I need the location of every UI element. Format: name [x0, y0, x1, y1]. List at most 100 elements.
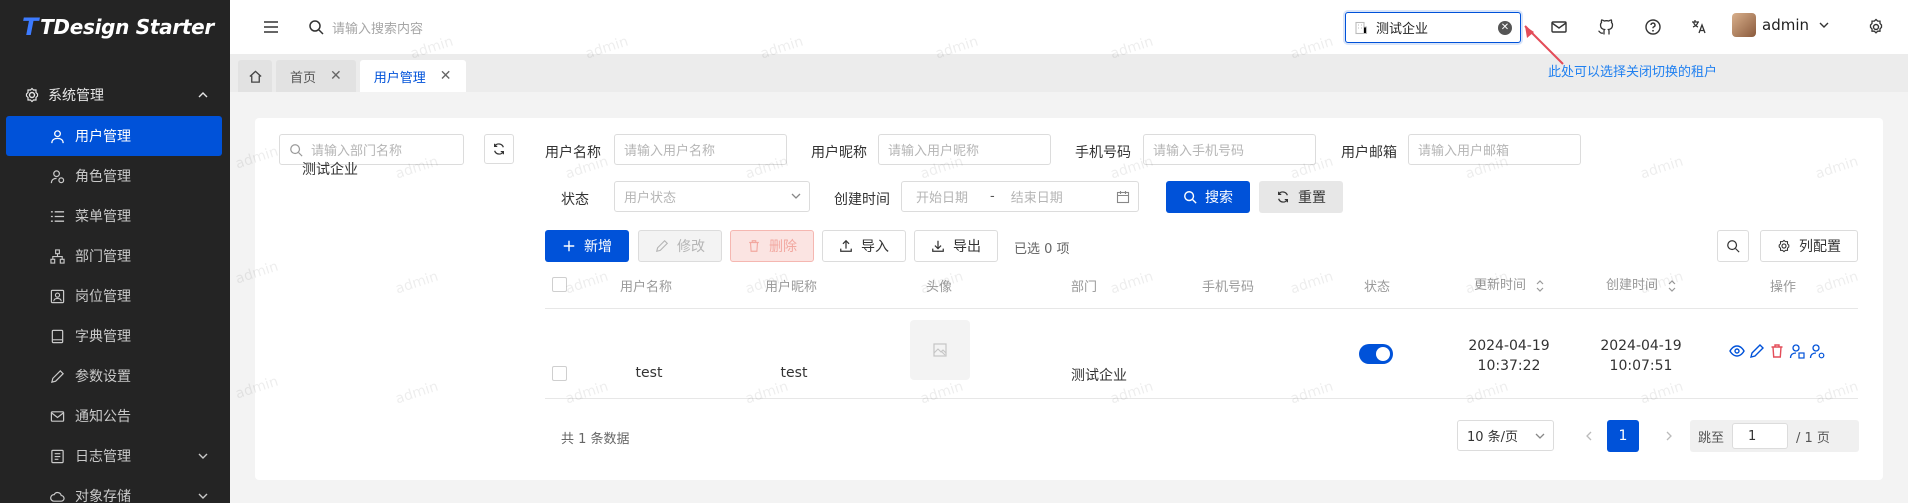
cell-updated-time: 2024-04-19 10:37:22: [1459, 336, 1559, 376]
assign-role-icon[interactable]: [1809, 343, 1825, 359]
sidebar-item-notices[interactable]: 通知公告: [0, 396, 230, 436]
translate-icon[interactable]: [1690, 18, 1708, 36]
search-icon: [309, 20, 324, 35]
column-header-avatar: 头像: [926, 280, 953, 295]
refresh-tree-button[interactable]: [484, 134, 514, 164]
chevron-down-icon: [198, 453, 208, 459]
help-icon[interactable]: [1644, 18, 1662, 36]
sidebar-item-users[interactable]: 用户管理: [6, 116, 222, 156]
date-range-picker[interactable]: 开始日期 - 结束日期: [901, 181, 1139, 212]
column-header-created[interactable]: 创建时间: [1606, 274, 1676, 293]
menu-group-label: 系统管理: [48, 88, 104, 104]
menu-toggle-icon[interactable]: [260, 16, 282, 38]
username-placeholder: 请输入用户名称: [624, 144, 716, 159]
edit-button[interactable]: 修改: [638, 230, 722, 262]
sidebar-item-depts[interactable]: 部门管理: [0, 236, 230, 276]
prev-page-icon[interactable]: [1584, 431, 1594, 441]
menu-group-system[interactable]: 系统管理: [0, 74, 230, 116]
sidebar-item-label: 字典管理: [75, 329, 131, 345]
reset-password-icon[interactable]: [1789, 343, 1805, 359]
tab-home[interactable]: 首页 ✕: [276, 60, 356, 92]
logo-text: TDesign Starter: [40, 15, 214, 39]
sidebar-item-label: 参数设置: [75, 369, 131, 385]
refresh-icon: [494, 143, 504, 155]
sidebar-item-label: 日志管理: [75, 449, 131, 465]
status-select[interactable]: 用户状态: [614, 181, 810, 212]
sidebar-item-label: 用户管理: [75, 129, 131, 145]
search-placeholder: 请输入搜索内容: [332, 21, 424, 37]
close-icon[interactable]: ✕: [330, 68, 342, 84]
app-logo[interactable]: T TDesign Starter: [0, 0, 230, 54]
sidebar-item-params[interactable]: 参数设置: [0, 356, 230, 396]
status-label: 状态: [561, 192, 589, 208]
avatar: [1732, 13, 1756, 37]
nickname-label: 用户昵称: [811, 145, 867, 161]
reset-button[interactable]: 重置: [1259, 181, 1343, 213]
cell-dept: 测试企业: [1071, 368, 1127, 384]
jump-input[interactable]: 1: [1732, 423, 1789, 449]
tab-users[interactable]: 用户管理 ✕: [359, 60, 466, 92]
phone-placeholder: 请输入手机号码: [1153, 144, 1245, 159]
column-header-updated[interactable]: 更新时间: [1474, 274, 1544, 293]
phone-input[interactable]: 请输入手机号码: [1143, 134, 1316, 165]
main-card: 请输入部门名称 测试企业 用户名称 请输入用户名称 用户昵称 请输入用户昵称 手…: [255, 118, 1883, 480]
total-pages: / 1 页: [1796, 430, 1830, 446]
sort-icon: [1536, 279, 1544, 292]
sidebar-item-logs[interactable]: 日志管理: [0, 436, 230, 476]
dept-tree-node[interactable]: 测试企业: [302, 159, 358, 179]
add-button[interactable]: 新增: [545, 230, 629, 262]
delete-button[interactable]: 删除: [730, 230, 814, 262]
global-search[interactable]: 请输入搜索内容: [308, 18, 423, 37]
list-icon: [50, 210, 65, 222]
search-button-label: 搜索: [1205, 190, 1233, 206]
email-label: 用户邮箱: [1341, 145, 1397, 161]
tab-label: 用户管理: [373, 70, 426, 86]
email-input[interactable]: 请输入用户邮箱: [1408, 134, 1581, 165]
column-header-actions: 操作: [1770, 280, 1797, 295]
sidebar-item-menus[interactable]: 菜单管理: [0, 196, 230, 236]
plus-icon: [563, 240, 575, 252]
settings-icon[interactable]: [1867, 18, 1885, 36]
top-header: 请输入搜索内容 测试企业 ✕ admin: [230, 0, 1908, 54]
cell-nickname: test: [780, 365, 808, 381]
row-checkbox[interactable]: [552, 366, 567, 381]
mail-icon: [50, 410, 65, 422]
chevron-down-icon: [1819, 22, 1829, 28]
page-1-button[interactable]: 1: [1607, 420, 1639, 452]
clear-tenant-icon[interactable]: ✕: [1498, 21, 1512, 35]
column-header-dept: 部门: [1071, 280, 1098, 295]
tenant-select[interactable]: 测试企业 ✕: [1345, 12, 1521, 43]
export-button[interactable]: 导出: [914, 230, 998, 262]
import-button[interactable]: 导入: [822, 230, 906, 262]
sidebar-menu: 系统管理 用户管理 角色管理 菜单管理 部门管理 岗位管理 字典管理 参数设置 …: [0, 74, 230, 503]
next-page-icon[interactable]: [1664, 431, 1674, 441]
sidebar-item-label: 对象存储: [75, 489, 131, 503]
trash-icon[interactable]: [1769, 343, 1785, 359]
view-icon[interactable]: [1729, 343, 1745, 359]
column-header-phone: 手机号码: [1202, 280, 1255, 295]
sidebar-item-oss[interactable]: 对象存储: [0, 476, 230, 503]
sidebar-item-dicts[interactable]: 字典管理: [0, 316, 230, 356]
page-size-select[interactable]: 10 条/页: [1457, 420, 1554, 451]
github-icon[interactable]: [1597, 18, 1615, 36]
username-input[interactable]: 请输入用户名称: [614, 134, 787, 165]
chevron-down-icon: [791, 193, 801, 199]
column-config-button[interactable]: 列配置: [1760, 230, 1858, 262]
email-placeholder: 请输入用户邮箱: [1418, 144, 1510, 159]
edit-icon[interactable]: [1749, 343, 1765, 359]
tab-home-icon[interactable]: [238, 60, 272, 92]
selected-count: 已选 0 项: [1014, 242, 1070, 257]
nickname-input[interactable]: 请输入用户昵称: [878, 134, 1051, 165]
sidebar-item-roles[interactable]: 角色管理: [0, 156, 230, 196]
table-search-button[interactable]: [1717, 230, 1749, 262]
search-button[interactable]: 搜索: [1166, 181, 1250, 213]
jump-label: 跳至: [1698, 430, 1725, 446]
user-icon: [51, 129, 64, 143]
user-menu[interactable]: admin: [1732, 13, 1829, 37]
select-all-checkbox[interactable]: [552, 277, 567, 292]
status-toggle[interactable]: [1359, 344, 1393, 364]
edit-icon: [655, 239, 669, 253]
logo-mark: T: [22, 13, 39, 41]
close-icon[interactable]: ✕: [440, 68, 452, 84]
sidebar-item-posts[interactable]: 岗位管理: [0, 276, 230, 316]
